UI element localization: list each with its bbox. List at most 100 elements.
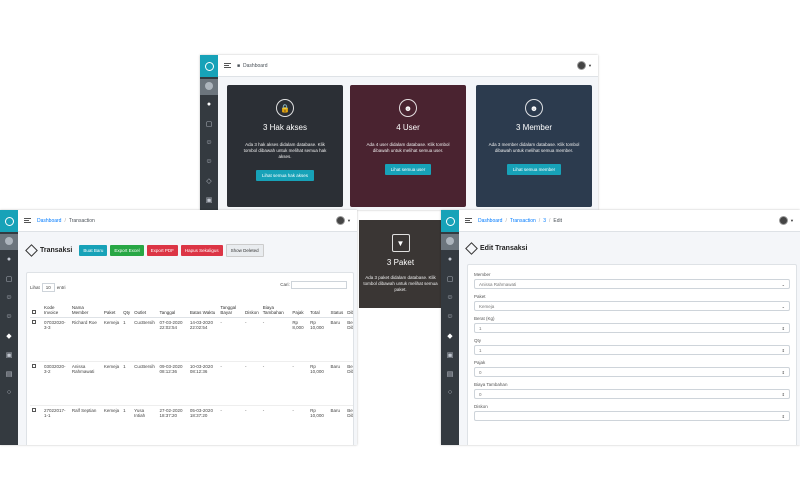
app-logo[interactable]: [441, 210, 459, 232]
app-logo[interactable]: [200, 55, 218, 77]
card-button[interactable]: Lihat semua hak akses: [255, 170, 315, 181]
nav-box-icon[interactable]: ▣: [0, 345, 18, 364]
caret-down-icon[interactable]: ▼: [347, 218, 351, 223]
menu-toggle-icon[interactable]: [24, 218, 31, 223]
row-checkbox[interactable]: [30, 361, 42, 406]
nav-tag-icon[interactable]: ◆: [0, 326, 18, 345]
nav-dashboard-icon[interactable]: ●: [200, 95, 218, 114]
stepper-icon[interactable]: ⇕: [782, 414, 785, 419]
nav-user-icon[interactable]: ☺: [200, 133, 218, 152]
nav-dashboard-icon[interactable]: ●: [441, 250, 459, 269]
paket-select[interactable]: Kemeja ⌄: [474, 301, 790, 311]
col-header[interactable]: Qty: [121, 303, 133, 318]
col-header[interactable]: Status: [328, 303, 346, 318]
nav-lock-icon[interactable]: ▢: [441, 269, 459, 288]
nav-settings-icon[interactable]: ○: [0, 383, 18, 402]
member-select[interactable]: Anissa Rahmawati ⌄: [474, 279, 790, 289]
paket-value: Kemeja: [479, 303, 495, 309]
diskon-label: Diskon: [474, 404, 488, 409]
biaya-tambahan-input[interactable]: 0 ⇕: [474, 389, 790, 399]
avatar[interactable]: [336, 216, 346, 225]
menu-toggle-icon[interactable]: [224, 63, 231, 68]
create-button[interactable]: Buat Baru: [79, 245, 108, 256]
nav-users-icon[interactable]: ☺: [200, 152, 218, 171]
member-value: Anissa Rahmawati: [479, 281, 517, 287]
cell: Yusa Intiah: [132, 405, 158, 445]
caret-down-icon[interactable]: ▼: [790, 218, 794, 223]
breadcrumb-transaction[interactable]: Transaction: [510, 218, 536, 224]
show-deleted-button[interactable]: Show Deleted: [225, 244, 264, 257]
breadcrumb-id[interactable]: 3: [543, 218, 546, 224]
stepper-icon[interactable]: ⇕: [782, 370, 785, 375]
card-button[interactable]: Lihat semua member: [506, 164, 562, 175]
user-menu[interactable]: ▼: [577, 61, 592, 70]
member-icon: ☻: [525, 99, 543, 117]
cell: 07-03-2020 22:02:54: [157, 317, 188, 362]
nav-tag-icon[interactable]: ◆: [441, 326, 459, 345]
card-button[interactable]: Lihat semua user: [384, 164, 432, 175]
col-header[interactable]: Outlet: [132, 303, 158, 318]
berat-input[interactable]: 1 ⇕: [474, 323, 790, 333]
stepper-icon[interactable]: ⇕: [782, 392, 785, 397]
col-header[interactable]: Kode Invoice: [42, 303, 70, 318]
export-pdf-button[interactable]: Export PDF: [146, 245, 178, 256]
table-row[interactable]: 07032020-3-3 Richard Roe Kemeja 1 CucBer…: [30, 317, 353, 362]
col-header[interactable]: Paket: [101, 303, 122, 318]
bulk-delete-button[interactable]: Hapus Sekaligus: [180, 245, 223, 256]
nav-user-icon[interactable]: ☺: [0, 288, 18, 307]
nav-settings-icon[interactable]: ○: [441, 383, 459, 402]
breadcrumb-dashboard[interactable]: Dashboard: [37, 218, 61, 224]
card-desc: Ada 3 member didalam database. Klik tomb…: [488, 142, 580, 153]
export-excel-button[interactable]: Export Excel: [110, 245, 144, 256]
nav-lock-icon[interactable]: ▢: [0, 269, 18, 288]
cell: CucBersih: [132, 361, 158, 406]
qty-input[interactable]: 1 ⇕: [474, 345, 790, 355]
nav-users-icon[interactable]: ☺: [441, 307, 459, 326]
row-checkbox[interactable]: [30, 405, 42, 445]
col-header[interactable]: Batas Waktu: [187, 303, 219, 318]
cell: Kemeja: [101, 317, 122, 362]
nav-lock-icon[interactable]: ▢: [200, 114, 218, 133]
pajak-input[interactable]: 0 ⇕: [474, 367, 790, 377]
nav-list-icon[interactable]: ▤: [0, 364, 18, 383]
stepper-icon[interactable]: ⇕: [782, 348, 785, 353]
stepper-icon[interactable]: ⇕: [782, 326, 785, 331]
table-row[interactable]: 27022017-1-1 Ralf Septian Kemeja 1 Yusa …: [30, 405, 353, 445]
col-header[interactable]: Diskon: [242, 303, 261, 318]
nav-box-icon[interactable]: ▣: [200, 190, 218, 209]
search-input[interactable]: [291, 281, 347, 289]
table-panel: Lihat 10 entri Cari: Kode Invoice Nama M…: [26, 272, 354, 445]
avatar[interactable]: [779, 216, 789, 225]
col-header[interactable]: Nama Member: [69, 303, 102, 318]
nav-list-icon[interactable]: ▤: [441, 364, 459, 383]
card-member: ☻ 3 Member Ada 3 member didalam database…: [476, 85, 592, 207]
user-menu[interactable]: ▼: [779, 216, 794, 225]
caret-down-icon[interactable]: ▼: [588, 63, 592, 68]
nav-user-icon[interactable]: ☺: [441, 288, 459, 307]
col-header[interactable]: Biaya Tambahan: [260, 303, 291, 318]
col-header[interactable]: Tanggal Bayar: [218, 303, 243, 318]
row-checkbox[interactable]: [30, 317, 42, 362]
app-logo[interactable]: [0, 210, 18, 232]
col-header-check[interactable]: [30, 303, 42, 318]
diskon-input[interactable]: ⇕: [474, 411, 790, 421]
breadcrumb-dashboard[interactable]: Dashboard: [243, 63, 267, 69]
nav-tag-icon[interactable]: ◇: [200, 171, 218, 190]
col-header[interactable]: Dibayar: [345, 303, 353, 318]
table-header-row: Kode Invoice Nama Member Paket Qty Outle…: [30, 303, 353, 318]
page-title: Edit Transaksi: [465, 242, 527, 255]
nav-box-icon[interactable]: ▣: [441, 345, 459, 364]
cell: 1: [121, 405, 133, 445]
col-header[interactable]: Tanggal: [157, 303, 188, 318]
avatar[interactable]: [577, 61, 587, 70]
table-row[interactable]: 03032020-3-2 Anissa Rahmawati Kemeja 1 C…: [30, 361, 353, 406]
nav-users-icon[interactable]: ☺: [0, 307, 18, 326]
user-menu[interactable]: ▼: [336, 216, 351, 225]
breadcrumb-dashboard[interactable]: Dashboard: [478, 218, 502, 224]
menu-toggle-icon[interactable]: [465, 218, 472, 223]
cell: Anissa Rahmawati: [69, 361, 102, 406]
length-select[interactable]: 10: [41, 283, 55, 292]
col-header[interactable]: Total: [308, 303, 329, 318]
nav-dashboard-icon[interactable]: ●: [0, 250, 18, 269]
col-header[interactable]: Pajak: [290, 303, 309, 318]
